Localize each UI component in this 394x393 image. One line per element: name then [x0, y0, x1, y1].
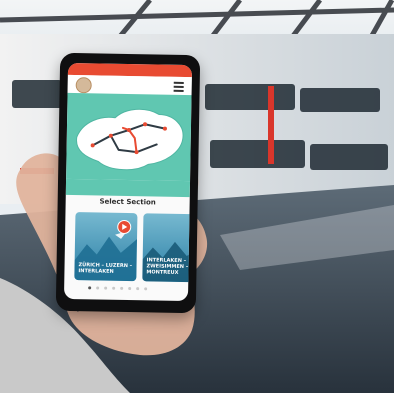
pager-dot[interactable] [104, 286, 108, 290]
section-title: Select Section [99, 197, 156, 207]
pager-dot[interactable] [136, 287, 140, 291]
section-card-label: ZÜRICH – LUZERN – INTERLAKEN [78, 262, 133, 275]
switzerland-map-svg [76, 108, 184, 171]
pager-dot[interactable] [96, 286, 100, 290]
switzerland-route-map[interactable] [66, 92, 192, 182]
hamburger-menu-icon[interactable] [173, 81, 184, 92]
section-cards: ZÜRICH – LUZERN – INTERLAKEN INTERLAKEN … [74, 212, 193, 283]
section-card-label: INTERLAKEN – ZWEISIMMEN – MONTREUX [146, 257, 189, 276]
phone-screen: Select Section ZÜRICH – LUZERN – INTERLA… [63, 62, 193, 302]
map-footer-band [65, 178, 191, 198]
photo-scene: Select Section ZÜRICH – LUZERN – INTERLA… [0, 0, 394, 393]
pager-dot[interactable] [112, 286, 116, 290]
switzerland-outline [76, 108, 184, 171]
app-logo [75, 77, 92, 94]
pager-dot[interactable] [88, 286, 92, 290]
section-card[interactable]: ZÜRICH – LUZERN – INTERLAKEN [74, 212, 138, 282]
pager-dot[interactable] [144, 287, 148, 291]
pager-dot[interactable] [120, 286, 124, 290]
pager-dot[interactable] [128, 287, 132, 291]
app-top-bar [67, 74, 192, 96]
carousel-pager[interactable] [88, 286, 164, 291]
section-card[interactable]: INTERLAKEN – ZWEISIMMEN – MONTREUX [142, 213, 193, 283]
smartphone: Select Section ZÜRICH – LUZERN – INTERLA… [55, 52, 201, 314]
